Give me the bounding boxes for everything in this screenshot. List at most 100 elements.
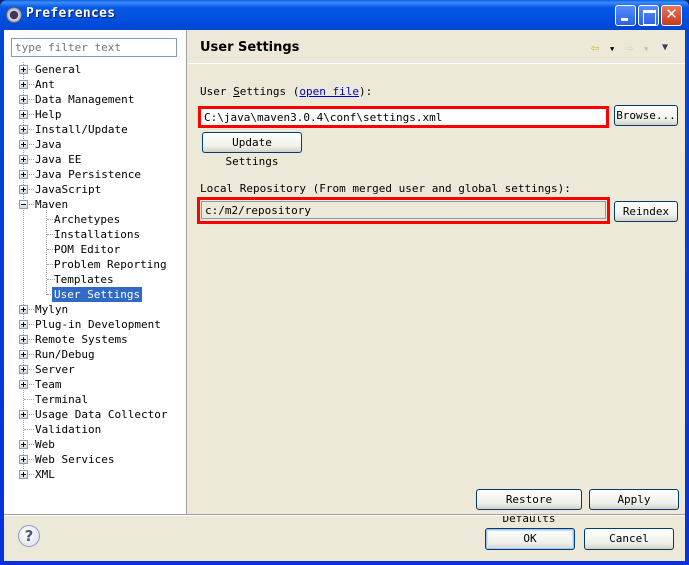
footer-separator (4, 514, 685, 516)
user-settings-label: User Settings (open file): (200, 85, 373, 98)
tree-item-plug-in-development[interactable]: Plug-in Development (4, 317, 187, 332)
expand-icon[interactable] (19, 185, 28, 194)
tree-item-user-settings[interactable]: User Settings (4, 287, 187, 302)
forward-history-dropdown-icon[interactable]: ▼ (644, 45, 648, 53)
expand-icon[interactable] (19, 155, 28, 164)
reindex-button[interactable]: Reindex (614, 201, 678, 222)
tree-item-label: Validation (35, 423, 102, 436)
tree-item-label: POM Editor (54, 243, 121, 256)
apply-button[interactable]: Apply (589, 489, 679, 510)
tree-item-label: Archetypes (54, 213, 121, 226)
browse-button[interactable]: Browse... (614, 105, 678, 126)
tree-item-label: JavaScript (35, 183, 102, 196)
tree-item-web[interactable]: Web (4, 437, 187, 452)
tree-item-pom-editor[interactable]: POM Editor (4, 242, 187, 257)
tree-item-mylyn[interactable]: Mylyn (4, 302, 187, 317)
tree-item-web-services[interactable]: Web Services (4, 452, 187, 467)
restore-defaults-button[interactable]: Restore Defaults (476, 489, 582, 525)
tree-item-label: Ant (35, 78, 55, 91)
title-bar[interactable]: Preferences ✕ (0, 0, 689, 30)
close-button[interactable]: ✕ (661, 5, 682, 26)
tree-item-validation[interactable]: Validation (4, 422, 187, 437)
expand-icon[interactable] (19, 350, 28, 359)
eclipse-icon (6, 7, 22, 23)
window-title: Preferences (26, 6, 116, 21)
view-menu-icon[interactable]: ▼ (662, 42, 668, 53)
user-settings-page: User Settings ⇦ ▼ ⇨ ▼ ▼ User Settings (o… (188, 30, 685, 525)
expand-icon[interactable] (19, 455, 28, 464)
expand-icon[interactable] (19, 95, 28, 104)
expand-icon[interactable] (19, 65, 28, 74)
expand-icon[interactable] (19, 320, 28, 329)
expand-icon[interactable] (19, 80, 28, 89)
tree-item-label: Maven (35, 198, 69, 211)
tree-item-java-persistence[interactable]: Java Persistence (4, 167, 187, 182)
expand-icon[interactable] (19, 305, 28, 314)
tree-item-label: Web (35, 438, 55, 451)
tree-item-xml[interactable]: XML (4, 467, 187, 482)
tree-item-team[interactable]: Team (4, 377, 187, 392)
tree-item-label: Usage Data Collector (35, 408, 168, 421)
preferences-tree: General Ant Data Management Help Install/Upd… (4, 62, 187, 482)
tree-item-general[interactable]: General (4, 62, 187, 77)
tree-item-label: XML (35, 468, 55, 481)
tree-item-label: Team (35, 378, 62, 391)
tree-item-templates[interactable]: Templates (4, 272, 187, 287)
expand-icon[interactable] (19, 170, 28, 179)
filter-input[interactable] (11, 38, 177, 57)
tree-item-archetypes[interactable]: Archetypes (4, 212, 187, 227)
tree-item-terminal[interactable]: Terminal (4, 392, 187, 407)
tree-item-maven[interactable]: Maven (4, 197, 187, 212)
expand-icon[interactable] (19, 410, 28, 419)
tree-item-run-debug[interactable]: Run/Debug (4, 347, 187, 362)
tree-item-label: Web Services (35, 453, 115, 466)
local-repository-field: c:/m2/repository (201, 201, 606, 219)
page-title: User Settings (200, 40, 300, 55)
expand-icon[interactable] (19, 110, 28, 119)
expand-icon[interactable] (19, 365, 28, 374)
tree-item-javascript[interactable]: JavaScript (4, 182, 187, 197)
tree-item-label: User Settings (52, 287, 143, 302)
minimize-button[interactable] (615, 5, 636, 26)
tree-item-install-update[interactable]: Install/Update (4, 122, 187, 137)
forward-arrow-icon[interactable]: ⇨ (625, 40, 633, 56)
tree-item-usage-data-collector[interactable]: Usage Data Collector (4, 407, 187, 422)
header-separator (188, 63, 685, 64)
close-icon: ✕ (665, 5, 678, 23)
expand-icon[interactable] (19, 335, 28, 344)
expand-icon[interactable] (19, 140, 28, 149)
ok-button[interactable]: OK (485, 528, 575, 550)
expand-icon[interactable] (19, 470, 28, 479)
tree-item-data-management[interactable]: Data Management (4, 92, 187, 107)
user-settings-file-input[interactable]: C:\java\maven3.0.4\conf\settings.xml (201, 109, 606, 125)
preferences-window: Preferences ✕ General Ant Data Management H… (0, 0, 689, 565)
preferences-tree-pane: General Ant Data Management Help Install/Upd… (4, 30, 187, 514)
tree-item-label: General (35, 63, 82, 76)
expand-icon[interactable] (19, 125, 28, 134)
maximize-button[interactable] (638, 5, 659, 26)
tree-item-label: Install/Update (35, 123, 128, 136)
tree-item-label: Java Persistence (35, 168, 141, 181)
tree-item-java-ee[interactable]: Java EE (4, 152, 187, 167)
tree-item-problem-reporting[interactable]: Problem Reporting (4, 257, 187, 272)
tree-item-label: Run/Debug (35, 348, 95, 361)
tree-item-installations[interactable]: Installations (4, 227, 187, 242)
update-settings-button[interactable]: Update Settings (202, 132, 302, 168)
tree-item-label: Server (35, 363, 75, 376)
tree-item-label: Remote Systems (35, 333, 128, 346)
expand-icon[interactable] (19, 380, 28, 389)
dialog-body: General Ant Data Management Help Install/Upd… (4, 30, 685, 561)
expand-icon[interactable] (19, 440, 28, 449)
tree-item-remote-systems[interactable]: Remote Systems (4, 332, 187, 347)
tree-item-server[interactable]: Server (4, 362, 187, 377)
tree-item-help[interactable]: Help (4, 107, 187, 122)
tree-item-ant[interactable]: Ant (4, 77, 187, 92)
back-history-dropdown-icon[interactable]: ▼ (610, 45, 614, 53)
open-file-link[interactable]: open file (299, 85, 359, 98)
collapse-icon[interactable] (19, 200, 28, 209)
back-arrow-icon[interactable]: ⇦ (591, 40, 599, 56)
cancel-button[interactable]: Cancel (584, 528, 674, 550)
help-icon[interactable]: ? (18, 525, 40, 547)
tree-item-label: Java (35, 138, 62, 151)
tree-item-java[interactable]: Java (4, 137, 187, 152)
